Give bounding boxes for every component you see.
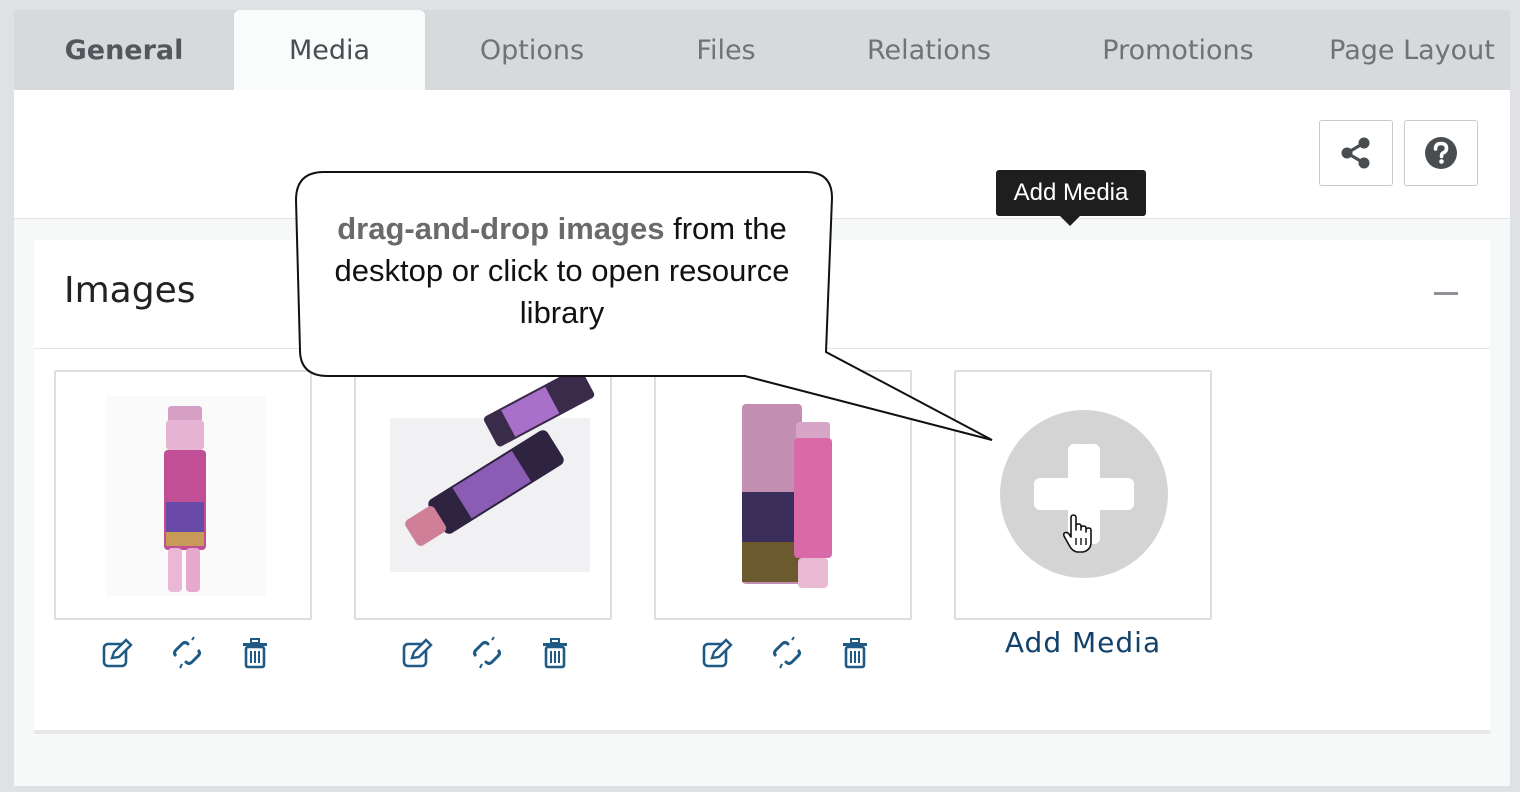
callout-text: drag-and-drop images from the desktop or… bbox=[312, 208, 812, 334]
callout-highlight: drag-and-drop images bbox=[337, 211, 665, 246]
callout-bubble bbox=[294, 171, 993, 441]
